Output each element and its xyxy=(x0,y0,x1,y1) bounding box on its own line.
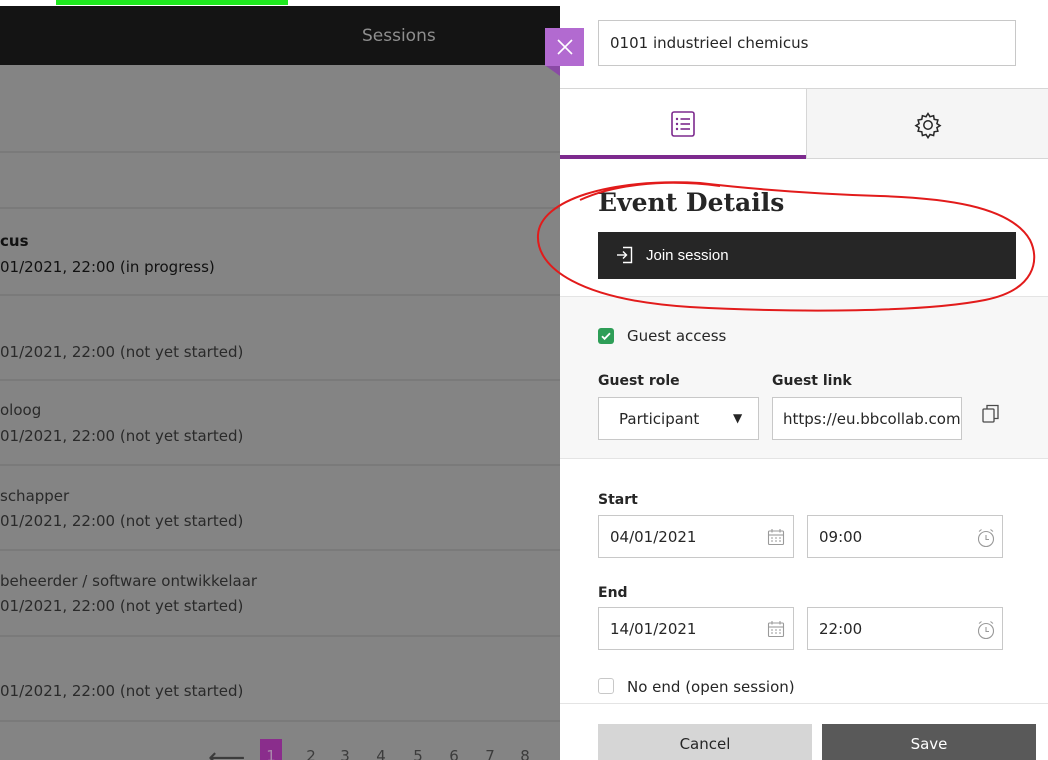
gear-icon xyxy=(914,112,942,139)
divider xyxy=(0,720,560,722)
divider xyxy=(0,379,560,381)
page-2-button[interactable]: 2 xyxy=(300,747,322,760)
panel-footer: Cancel Save xyxy=(560,703,1048,760)
close-icon xyxy=(557,39,573,55)
join-session-label: Join session xyxy=(646,247,729,264)
session-row-title: beheerder / software ontwikkelaar xyxy=(0,572,258,590)
sessions-list-overlay: Sessions cus 01/2021, 22:00 (in progress… xyxy=(0,0,560,760)
session-row-title: schapper xyxy=(0,487,70,505)
session-row-date: 01/2021, 22:00 (in progress) xyxy=(0,258,215,276)
tab-details[interactable] xyxy=(560,89,806,159)
guest-link-label: Guest link xyxy=(772,373,852,389)
guest-link-value: https://eu.bbcollab.com xyxy=(783,410,961,428)
guest-role-select[interactable]: Participant ▼ xyxy=(598,397,759,440)
schedule-section: Start 04/01/2021 09:00 End 14/01/2021 22… xyxy=(560,458,1048,704)
join-session-button[interactable]: Join session xyxy=(598,232,1016,279)
guest-role-label: Guest role xyxy=(598,373,680,389)
end-label: End xyxy=(598,585,628,601)
arrow-left-icon[interactable]: ⟵ xyxy=(208,743,245,760)
session-row-date: 01/2021, 22:00 (not yet started) xyxy=(0,682,244,700)
divider xyxy=(0,635,560,637)
clock-icon[interactable] xyxy=(976,620,996,640)
guest-access-checkbox[interactable] xyxy=(598,328,614,344)
session-name-input[interactable] xyxy=(598,20,1016,66)
close-panel-button[interactable] xyxy=(545,28,584,66)
divider xyxy=(0,207,560,209)
page-1-button[interactable]: 1 xyxy=(260,739,282,760)
checkmark-icon xyxy=(601,332,611,341)
page-5-button[interactable]: 5 xyxy=(407,747,429,760)
calendar-icon[interactable] xyxy=(767,528,785,546)
page-8-button[interactable]: 8 xyxy=(514,747,536,760)
start-time-value: 09:00 xyxy=(819,528,863,546)
session-row-date: 01/2021, 22:00 (not yet started) xyxy=(0,597,244,615)
session-row-title: cus xyxy=(0,232,29,250)
clock-icon[interactable] xyxy=(976,528,996,548)
divider xyxy=(0,294,560,296)
divider xyxy=(0,151,560,153)
end-time-value: 22:00 xyxy=(819,620,863,638)
end-time-field[interactable]: 22:00 xyxy=(807,607,1003,650)
tab-settings[interactable] xyxy=(806,89,1048,159)
start-date-field[interactable]: 04/01/2021 xyxy=(598,515,794,558)
page-6-button[interactable]: 6 xyxy=(443,747,465,760)
start-date-value: 04/01/2021 xyxy=(610,528,697,546)
start-label: Start xyxy=(598,492,638,508)
end-date-field[interactable]: 14/01/2021 xyxy=(598,607,794,650)
guest-access-label: Guest access xyxy=(627,327,727,345)
list-details-icon xyxy=(671,111,695,137)
calendar-icon[interactable] xyxy=(767,620,785,638)
close-tab-corner xyxy=(546,66,560,76)
guest-role-value: Participant xyxy=(619,410,700,428)
session-row-date: 01/2021, 22:00 (not yet started) xyxy=(0,512,244,530)
sessions-header-title: Sessions xyxy=(362,26,436,46)
start-time-field[interactable]: 09:00 xyxy=(807,515,1003,558)
event-details-panel: Event Details Join session Guest access … xyxy=(560,0,1048,760)
page-7-button[interactable]: 7 xyxy=(479,747,501,760)
divider xyxy=(0,549,560,551)
sessions-header: Sessions xyxy=(0,6,560,65)
panel-tabs xyxy=(560,88,1048,159)
guest-access-section: Guest access Guest role Guest link Parti… xyxy=(560,296,1048,458)
divider xyxy=(0,464,560,466)
session-row-date: 01/2021, 22:00 (not yet started) xyxy=(0,343,244,361)
section-title: Event Details xyxy=(598,188,785,217)
no-end-label: No end (open session) xyxy=(627,678,795,696)
cancel-button[interactable]: Cancel xyxy=(598,724,812,760)
end-date-value: 14/01/2021 xyxy=(610,620,697,638)
highlighted-text-fragment xyxy=(56,0,288,5)
no-end-checkbox[interactable] xyxy=(598,678,614,694)
session-row-date: 01/2021, 22:00 (not yet started) xyxy=(0,427,244,445)
copy-icon[interactable] xyxy=(982,404,1000,424)
guest-link-field[interactable]: https://eu.bbcollab.com xyxy=(772,397,962,440)
page-4-button[interactable]: 4 xyxy=(370,747,392,760)
chevron-down-icon: ▼ xyxy=(733,411,743,425)
page-3-button[interactable]: 3 xyxy=(334,747,356,760)
sign-in-icon xyxy=(617,246,633,264)
session-row-title: oloog xyxy=(0,401,42,419)
save-button[interactable]: Save xyxy=(822,724,1036,760)
